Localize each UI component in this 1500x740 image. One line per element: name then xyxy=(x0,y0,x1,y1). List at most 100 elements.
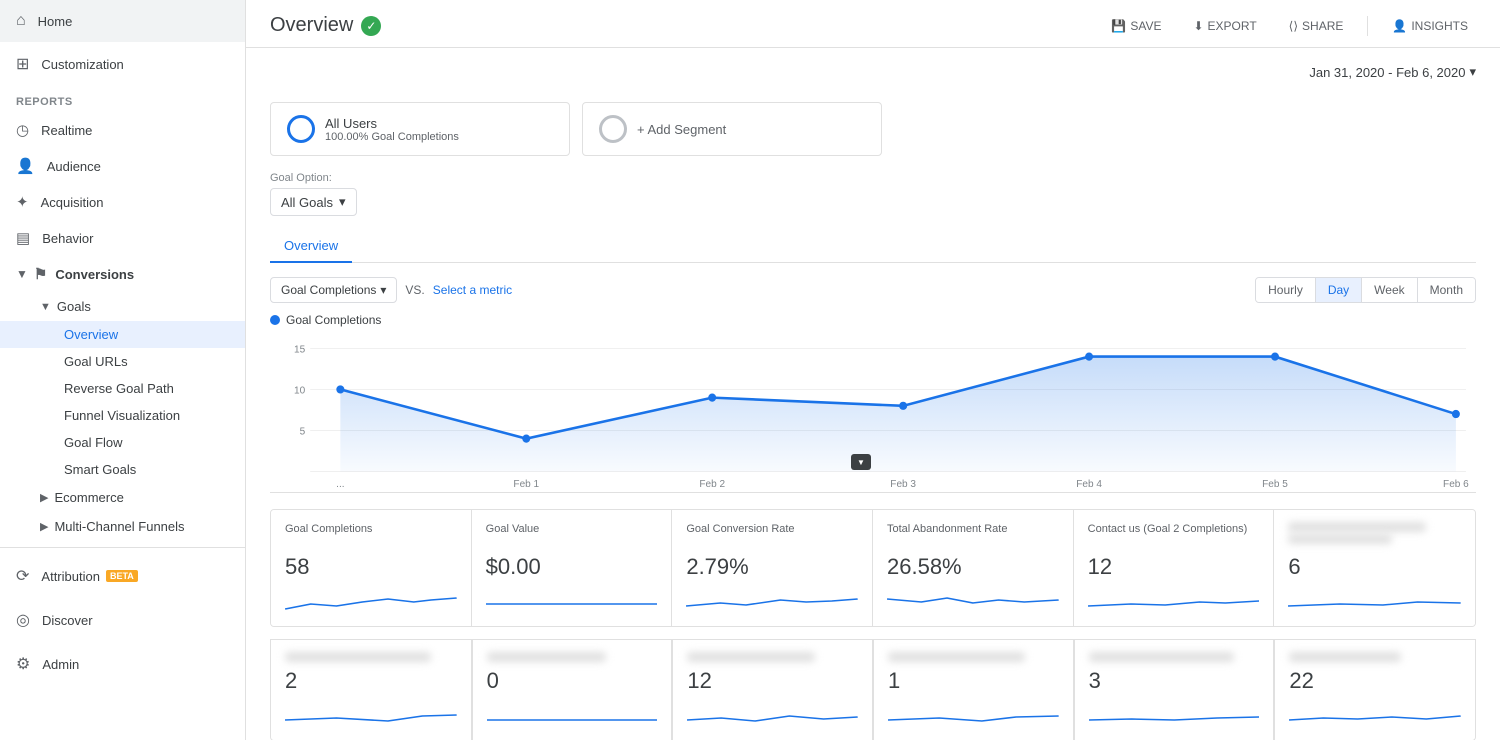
data-point-6 xyxy=(1452,410,1460,418)
segment-info: All Users 100.00% Goal Completions xyxy=(325,116,459,143)
vs-label: VS. xyxy=(405,283,424,297)
goal-option-label: Goal Option: xyxy=(270,172,1476,184)
home-icon: ⌂ xyxy=(16,12,26,30)
export-icon: ⬇ xyxy=(1193,19,1203,33)
stat-row2-1: 0 xyxy=(472,639,673,740)
stat-goal5: 6 xyxy=(1274,510,1475,626)
sidebar-item-goals[interactable]: ▼ Goals xyxy=(0,292,245,321)
sparkline-4 xyxy=(1088,584,1260,614)
sidebar-item-realtime[interactable]: ◷ Realtime xyxy=(0,112,245,148)
data-point-2 xyxy=(708,394,716,402)
time-btn-month[interactable]: Month xyxy=(1418,278,1475,302)
sparkline-2 xyxy=(686,584,858,614)
main-content: Overview ✓ 💾 SAVE ⬇ EXPORT ⟨⟩ SHARE 👤 IN… xyxy=(246,0,1500,740)
chart-svg: 15 10 5 ... Feb 1 Feb 2 xyxy=(270,333,1476,492)
sidebar-item-smart-goals[interactable]: Smart Goals xyxy=(0,456,245,483)
blurred-r2-3a xyxy=(888,652,1025,662)
conversions-icon: ⚑ xyxy=(34,265,47,283)
tab-overview[interactable]: Overview xyxy=(270,230,352,263)
select-metric-link[interactable]: Select a metric xyxy=(433,283,512,297)
content-area: Jan 31, 2020 - Feb 6, 2020 ▾ All Users 1… xyxy=(246,48,1500,740)
tab-bar: Overview xyxy=(270,230,1476,263)
stat-row2-3: 1 xyxy=(873,639,1074,740)
chart-tooltip-marker: ▼ xyxy=(851,454,871,470)
header-divider xyxy=(1367,16,1368,36)
sidebar-item-audience[interactable]: 👤 Audience xyxy=(0,148,245,184)
sidebar-item-attribution[interactable]: ⟳ Attribution BETA xyxy=(0,554,245,598)
share-button[interactable]: ⟨⟩ SHARE xyxy=(1281,15,1352,37)
metric-dropdown[interactable]: Goal Completions ▾ xyxy=(270,277,397,303)
goal-option-container: Goal Option: All Goals ▾ xyxy=(270,172,1476,230)
metric-selector: Goal Completions ▾ VS. Select a metric xyxy=(270,277,512,303)
sidebar-item-ecommerce[interactable]: ▶ Ecommerce xyxy=(0,483,245,512)
data-point-1 xyxy=(522,435,530,443)
svg-text:Feb 6: Feb 6 xyxy=(1443,479,1469,490)
sidebar-item-overview[interactable]: Overview xyxy=(0,321,245,348)
stats-grid-row1: Goal Completions 58 Goal Value $0.00 xyxy=(270,509,1476,627)
date-range-selector[interactable]: Jan 31, 2020 - Feb 6, 2020 ▾ xyxy=(1309,64,1476,80)
stat-contact-us: Contact us (Goal 2 Completions) 12 xyxy=(1074,510,1275,626)
sidebar-item-admin[interactable]: ⚙ Admin xyxy=(0,642,245,686)
goal-dropdown-icon: ▾ xyxy=(339,194,346,210)
admin-icon: ⚙ xyxy=(16,654,30,674)
acquisition-icon: ✦ xyxy=(16,193,29,211)
stats-grid-row2: 2 0 xyxy=(270,639,1476,740)
time-btn-hourly[interactable]: Hourly xyxy=(1256,278,1316,302)
insights-icon: 👤 xyxy=(1392,19,1407,33)
stat-conversion-rate: Goal Conversion Rate 2.79% xyxy=(672,510,873,626)
data-point-3 xyxy=(899,402,907,410)
save-icon: 💾 xyxy=(1111,19,1126,33)
sidebar-divider xyxy=(0,547,245,548)
multichannel-expand-icon: ▶ xyxy=(40,520,48,533)
svg-text:...: ... xyxy=(336,479,344,490)
sparkline-0 xyxy=(285,584,457,614)
sidebar-item-behavior[interactable]: ▤ Behavior xyxy=(0,220,245,256)
header-left: Overview ✓ xyxy=(270,14,381,37)
blurred-r2-4a xyxy=(1089,652,1234,662)
svg-text:Feb 4: Feb 4 xyxy=(1076,479,1102,490)
blurred-label-5a xyxy=(1288,522,1426,532)
blurred-label-5b xyxy=(1288,534,1392,544)
time-buttons: Hourly Day Week Month xyxy=(1255,277,1476,303)
save-button[interactable]: 💾 SAVE xyxy=(1103,15,1169,37)
sidebar-item-home[interactable]: ⌂ Home xyxy=(0,0,245,42)
blurred-r2-0a xyxy=(285,652,431,662)
sidebar-item-conversions[interactable]: ▼ ⚑ Conversions xyxy=(0,256,245,292)
stat-row2-5: 22 xyxy=(1274,639,1475,740)
segment-all-users[interactable]: All Users 100.00% Goal Completions xyxy=(270,102,570,156)
sparkline-r2-2 xyxy=(687,698,858,728)
sidebar-item-funnel-visualization[interactable]: Funnel Visualization xyxy=(0,402,245,429)
behavior-icon: ▤ xyxy=(16,229,30,247)
date-range-container: Jan 31, 2020 - Feb 6, 2020 ▾ xyxy=(270,64,1476,92)
sidebar-item-reverse-goal-path[interactable]: Reverse Goal Path xyxy=(0,375,245,402)
sidebar-item-goal-urls[interactable]: Goal URLs xyxy=(0,348,245,375)
sidebar-item-customization[interactable]: ⊞ Customization xyxy=(0,42,245,86)
sidebar-item-multichannel[interactable]: ▶ Multi-Channel Funnels xyxy=(0,512,245,541)
grid-icon: ⊞ xyxy=(16,54,29,74)
insights-button[interactable]: 👤 INSIGHTS xyxy=(1384,15,1476,37)
time-btn-day[interactable]: Day xyxy=(1316,278,1362,302)
add-segment-card[interactable]: + Add Segment xyxy=(582,102,882,156)
data-point-0 xyxy=(336,385,344,393)
svg-text:10: 10 xyxy=(294,385,306,396)
goal-select-dropdown[interactable]: All Goals ▾ xyxy=(270,188,357,216)
chart-area xyxy=(340,357,1456,472)
stat-goal-value: Goal Value $0.00 xyxy=(472,510,673,626)
sparkline-r2-3 xyxy=(888,698,1059,728)
svg-text:15: 15 xyxy=(294,344,306,355)
stat-goal-completions: Goal Completions 58 xyxy=(271,510,472,626)
segments-row: All Users 100.00% Goal Completions + Add… xyxy=(270,102,1476,156)
export-button[interactable]: ⬇ EXPORT xyxy=(1185,15,1264,37)
svg-text:Feb 3: Feb 3 xyxy=(890,479,916,490)
sparkline-3 xyxy=(887,584,1059,614)
sidebar: ⌂ Home ⊞ Customization REPORTS ◷ Realtim… xyxy=(0,0,246,740)
main-header: Overview ✓ 💾 SAVE ⬇ EXPORT ⟨⟩ SHARE 👤 IN… xyxy=(246,0,1500,48)
time-btn-week[interactable]: Week xyxy=(1362,278,1417,302)
sidebar-item-discover[interactable]: ◎ Discover xyxy=(0,598,245,642)
sidebar-item-goal-flow[interactable]: Goal Flow xyxy=(0,429,245,456)
svg-text:Feb 2: Feb 2 xyxy=(699,479,725,490)
sidebar-item-acquisition[interactable]: ✦ Acquisition xyxy=(0,184,245,220)
legend-dot xyxy=(270,315,280,325)
stat-row2-0: 2 xyxy=(271,639,472,740)
ecommerce-expand-icon: ▶ xyxy=(40,491,48,504)
